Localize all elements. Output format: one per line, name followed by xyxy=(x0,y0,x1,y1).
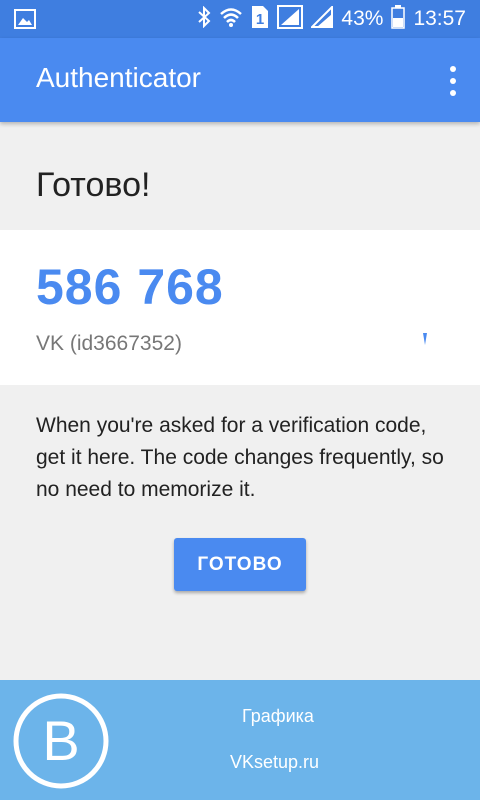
battery-percent: 43% xyxy=(341,7,384,30)
signal-icon xyxy=(277,4,304,34)
wifi-icon xyxy=(219,6,243,33)
battery-icon xyxy=(391,4,406,34)
watermark-footer: B Графика VKsetup.ru xyxy=(0,680,480,800)
account-name: VK (id3667352) xyxy=(36,332,182,355)
clock: 13:57 xyxy=(413,7,466,30)
app-title: Authenticator xyxy=(36,62,201,93)
done-heading: Готово! xyxy=(36,166,151,204)
image-icon xyxy=(14,9,36,34)
status-bar: 1 43% 13:57 xyxy=(0,0,480,38)
countdown-timer-icon xyxy=(420,332,430,346)
footer-site: VKsetup.ru xyxy=(230,752,320,772)
sim-icon: 1 xyxy=(251,5,269,34)
signal-strength-icon xyxy=(309,4,334,33)
bluetooth-icon xyxy=(197,5,211,33)
done-button[interactable]: ГОТОВО xyxy=(174,538,306,591)
footer-caption: Графика xyxy=(242,706,314,726)
code-card[interactable]: 586 768 VK (id3667352) xyxy=(0,230,480,385)
svg-text:1: 1 xyxy=(256,11,264,28)
vksetup-logo-icon: B xyxy=(12,692,110,790)
more-vert-icon[interactable] xyxy=(446,66,460,96)
app-bar: Authenticator xyxy=(0,38,480,122)
info-text: When you're asked for a verification cod… xyxy=(36,414,444,501)
verification-code: 586 768 xyxy=(36,259,224,315)
svg-text:B: B xyxy=(42,709,79,772)
